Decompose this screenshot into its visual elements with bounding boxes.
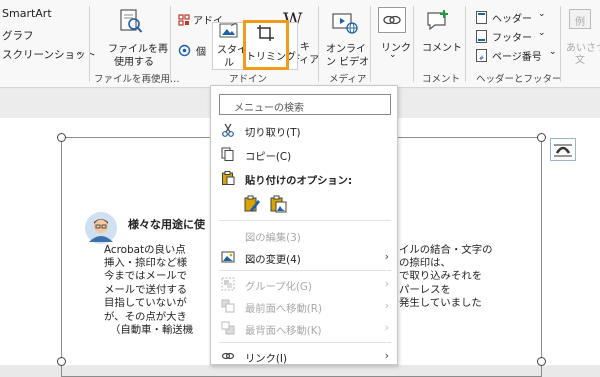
menu-item-copy[interactable]: コピー(C) (211, 143, 397, 165)
my-addins-label[interactable]: 個 (196, 43, 206, 58)
reuse-file-label-2[interactable]: 使用する (114, 53, 154, 68)
menu-item-bring-forward[interactable]: 最前面へ移動(R) › (211, 295, 397, 317)
bring-forward-icon (221, 299, 235, 313)
chevron-down-icon[interactable]: ⌄ (549, 47, 557, 57)
menu-search-input[interactable]: メニューの検索 (219, 94, 391, 115)
new-comment-label[interactable]: コメント (422, 39, 462, 54)
group-separator (465, 6, 466, 82)
menu-separator (219, 220, 391, 221)
group-label-media: メディア (329, 74, 367, 85)
online-video-label-2[interactable]: ン ビデオ (326, 53, 369, 68)
menu-separator (219, 342, 391, 343)
menu-item-paste-options: 貼り付けのオプション: (211, 167, 397, 189)
submenu-arrow-icon: › (384, 349, 389, 362)
smartart-button[interactable]: SmartArt (2, 7, 52, 20)
menu-item-label: 図の編集(3) (245, 232, 301, 244)
my-addins-icon[interactable] (178, 42, 191, 61)
group-label-reuse: ファイルを再使用… (94, 74, 180, 85)
doc-line-left: 今まではメールで (104, 270, 188, 282)
menu-item-group[interactable]: グループ化(G) › (211, 273, 397, 295)
page-number-button[interactable]: ページ番号 (492, 48, 542, 63)
link-icon (221, 349, 235, 363)
menu-item-label: 図の変更(4) (245, 254, 301, 266)
menu-item-label: 切り取り(T) (245, 127, 301, 139)
greeting-label-2[interactable]: 文 (575, 51, 585, 66)
menu-item-label: リンク(I) (245, 353, 287, 365)
doc-line-right: で取り込みそれを (399, 270, 483, 282)
chart-button[interactable]: グラフ (2, 28, 34, 43)
menu-item-label: グループ化(G) (245, 281, 312, 293)
menu-item-cut[interactable]: 切り取り(T) (211, 119, 397, 141)
group-separator (89, 6, 90, 82)
group-label-addins: アドイン (229, 74, 268, 85)
reuse-file-icon[interactable] (119, 9, 143, 39)
clipboard-icon (221, 171, 235, 185)
layout-options-icon[interactable] (550, 138, 576, 161)
svg-text:#: # (479, 55, 484, 62)
document-heading: 様々な用途に使 (128, 218, 205, 231)
paste-as-picture-icon[interactable] (269, 195, 287, 217)
group-separator (318, 6, 319, 82)
group-icon (221, 277, 235, 291)
menu-item-edit-picture[interactable]: 図の編集(3) (211, 224, 397, 246)
menu-item-send-backward[interactable]: 最背面へ移動(K) › (211, 317, 397, 339)
crop-highlight (243, 20, 289, 70)
menu-separator (219, 270, 391, 271)
menu-item-label: 最前面へ移動(R) (245, 303, 322, 315)
footer-button[interactable]: フッター (492, 29, 532, 44)
header-button[interactable]: ヘッダー (492, 10, 532, 25)
menu-item-label: 貼り付けのオプション: (245, 175, 353, 187)
resize-handle-top-left[interactable] (57, 133, 66, 142)
group-label-header-footer: ヘッダーとフッター (476, 74, 562, 85)
menu-item-label: 最背面へ移動(K) (245, 325, 322, 337)
change-picture-icon (221, 250, 235, 264)
chevron-down-icon[interactable]: ⌄ (76, 47, 84, 57)
resize-handle-top-right[interactable] (537, 133, 546, 142)
context-menu: メニューの検索 切り取り(T) コピー(C) 貼り付けのオプション: 図の編集(… (210, 85, 398, 365)
menu-item-label: コピー(C) (245, 151, 292, 163)
group-separator (413, 6, 414, 82)
scissors-icon (221, 123, 235, 137)
online-video-icon[interactable] (332, 11, 358, 39)
paste-keep-formatting-icon[interactable] (243, 195, 261, 217)
ribbon: SmartArt グラフ スクリーンショット ⌄ ファイルを再 使用する ファイ… (0, 0, 600, 88)
group-label-comment: コメント (422, 74, 461, 85)
chevron-down-icon[interactable]: ⌄ (538, 28, 546, 38)
link-icon[interactable] (378, 7, 406, 33)
copy-icon (221, 147, 235, 161)
picture-style-label-2[interactable]: ル (224, 54, 234, 69)
submenu-arrow-icon: › (384, 277, 389, 290)
footer-icon[interactable] (476, 28, 487, 47)
submenu-arrow-icon: › (384, 321, 389, 334)
new-comment-icon[interactable] (425, 9, 451, 37)
store-icon[interactable] (178, 11, 190, 30)
page-number-icon[interactable]: # (476, 47, 487, 66)
greeting-icon[interactable]: 例 (569, 9, 591, 29)
group-separator (370, 6, 371, 82)
doc-line-left: 目指していないが (104, 297, 187, 309)
send-backward-icon (221, 321, 235, 335)
chevron-down-icon[interactable]: ⌄ (389, 50, 397, 60)
doc-line-left: （自動車・輸送機 (110, 324, 194, 336)
doc-line-right: 発生していました (399, 297, 482, 309)
submenu-arrow-icon: › (384, 299, 389, 312)
header-icon[interactable] (476, 9, 487, 28)
picture-style-icon[interactable] (219, 21, 239, 43)
group-separator (170, 6, 171, 82)
submenu-arrow-icon: › (384, 250, 389, 263)
group-separator (560, 6, 561, 82)
menu-item-change-picture[interactable]: 図の変更(4) › (211, 246, 397, 268)
menu-item-link[interactable]: リンク(I) › (211, 345, 397, 367)
chevron-down-icon[interactable]: ⌄ (538, 9, 546, 19)
